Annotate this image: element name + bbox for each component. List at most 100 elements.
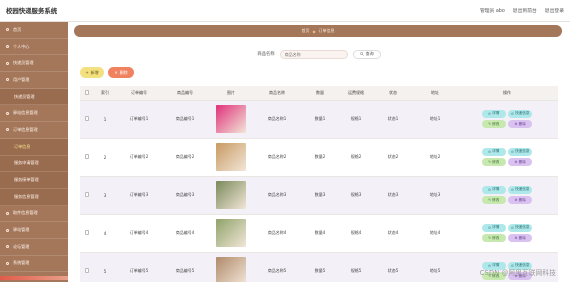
top-bar: 校园快递服务系统 管理员 abo 退出到前台 退出登录: [0, 0, 570, 22]
batch-delete-button[interactable]: ✕ 删除: [108, 67, 134, 78]
sidebar-item-label: 服务申请管理: [14, 160, 39, 166]
breadcrumb: 首页 ◆ 订单信息: [74, 25, 562, 37]
row-actions: ⊙ 详情 ⊙ 快递信息 ✎ 修改 ⊗ 删除: [456, 223, 558, 243]
logistics-button[interactable]: ⊙ 快递信息: [508, 109, 533, 118]
detail-icon: ⊙: [488, 225, 492, 230]
sidebar-item[interactable]: 服务接单管理: [0, 172, 68, 189]
row-actions: ⊙ 详情 ⊙ 快递信息 ✎ 修改 ⊗ 删除: [456, 147, 558, 167]
admin-label: 管理员 abo: [479, 9, 505, 14]
sidebar-item-label: 论坛管理: [13, 243, 30, 249]
trash-icon: ✕: [114, 70, 118, 75]
product-image[interactable]: [216, 219, 246, 247]
sidebar-footer-bar: [0, 276, 68, 280]
sidebar-item[interactable]: 驿站信息管理: [0, 105, 68, 123]
cell-status: 状态5: [372, 252, 414, 282]
cell-order-no: 订单编号5: [116, 252, 162, 282]
delete-button[interactable]: ⊗ 删除: [508, 120, 533, 129]
delete-button[interactable]: ⊗ 删除: [508, 234, 533, 243]
product-image[interactable]: [216, 257, 246, 282]
sidebar-item-label: 服务信息管理: [14, 193, 39, 199]
edit-button[interactable]: ✎ 修改: [481, 196, 506, 205]
sidebar-item-label: 服务接单管理: [14, 177, 39, 183]
detail-button[interactable]: ⊙ 详情: [481, 185, 506, 194]
sidebar-item-label: 个人中心: [13, 43, 30, 49]
column-header: 运费规格: [340, 86, 372, 101]
logistics-button[interactable]: ⊙ 快递信息: [508, 223, 533, 232]
row-actions: ⊙ 详情 ⊙ 快递信息 ✎ 修改 ⊗ 删除: [456, 109, 558, 129]
sidebar-item[interactable]: 取件信息管理: [0, 206, 68, 223]
table-header-row: 索引 订单编号 商品编号 图片 商品名称 数量 运费规格 状态 地址 操作: [80, 86, 558, 101]
select-all-checkbox[interactable]: [84, 90, 90, 95]
cell-qty: 数量4: [300, 214, 340, 253]
row-actions-cell: ⊙ 详情 ⊙ 快递信息 ✎ 修改 ⊗ 删除: [456, 214, 558, 253]
sidebar-item[interactable]: 订单信息: [0, 138, 68, 156]
sidebar-item[interactable]: 快递员管理: [0, 55, 68, 73]
row-checkbox-cell: [80, 252, 94, 282]
menu-bullet-icon: [6, 261, 9, 265]
edit-button[interactable]: ✎ 修改: [481, 158, 506, 167]
product-image[interactable]: [216, 143, 246, 171]
detail-button-label: 详情: [492, 111, 500, 116]
column-header: 地址: [414, 86, 456, 101]
remove-icon: ⊗: [514, 122, 518, 127]
sidebar-item[interactable]: 服务申请管理: [0, 155, 68, 173]
column-header: 状态: [372, 86, 414, 101]
cell-index: 4: [94, 214, 116, 253]
logistics-icon: ⊙: [511, 225, 515, 230]
delete-button[interactable]: ⊗ 删除: [508, 158, 533, 167]
edit-button-label: 修改: [492, 197, 500, 202]
detail-button[interactable]: ⊙ 详情: [481, 147, 506, 156]
edit-button[interactable]: ✎ 修改: [481, 120, 506, 129]
cell-product-no: 商品编号2: [162, 138, 208, 177]
logistics-button[interactable]: ⊙ 快递信息: [508, 147, 533, 156]
sidebar-item[interactable]: 个人中心: [0, 39, 68, 56]
sidebar-item[interactable]: 订单信息管理: [0, 122, 68, 139]
product-image[interactable]: [216, 105, 246, 133]
logistics-icon: ⊙: [511, 187, 515, 192]
sidebar-item[interactable]: 驿站管理: [0, 222, 68, 239]
sidebar-item[interactable]: 快递员管理: [0, 88, 68, 106]
column-header[interactable]: [80, 86, 94, 101]
add-button[interactable]: + 新增: [80, 67, 104, 78]
breadcrumb-home[interactable]: 首页: [301, 28, 309, 34]
back-to-front-link[interactable]: 退出到前台: [513, 7, 537, 14]
watermark: CSDN @阿里互联网科技: [479, 269, 556, 277]
detail-button-label: 详情: [492, 187, 500, 192]
row-actions-cell: ⊙ 详情 ⊙ 快递信息 ✎ 修改 ⊗ 删除: [456, 176, 558, 215]
column-header: 数量: [300, 86, 340, 101]
sidebar-item[interactable]: 首页: [0, 22, 68, 39]
delete-button-label: 删除: [518, 159, 526, 164]
cell-name: 商品名称5: [254, 252, 300, 282]
logout-link[interactable]: 退出登录: [545, 7, 564, 14]
sidebar-item-label: 快递员管理: [13, 60, 34, 66]
row-checkbox[interactable]: [84, 230, 90, 235]
search-input[interactable]: [279, 49, 348, 59]
cell-status: 状态1: [372, 100, 414, 139]
cell-address: 地址2: [414, 138, 456, 177]
sidebar-item[interactable]: 服务信息管理: [0, 188, 68, 206]
product-image[interactable]: [216, 181, 246, 209]
logistics-button[interactable]: ⊙ 快递信息: [508, 185, 533, 194]
row-checkbox[interactable]: [84, 268, 90, 273]
sidebar-item[interactable]: 系统管理: [0, 256, 68, 273]
action-buttons: + 新增 ✕ 删除: [80, 67, 134, 78]
sidebar-item[interactable]: 论坛管理: [0, 239, 68, 256]
cell-index: 1: [94, 100, 116, 139]
edit-button-label: 修改: [492, 235, 500, 240]
delete-button[interactable]: ⊗ 删除: [508, 196, 533, 205]
search-button[interactable]: 查询: [352, 49, 381, 59]
order-table: 索引 订单编号 商品编号 图片 商品名称 数量 运费规格 状态 地址 操作 1 订单编号1 商品编号1…: [80, 86, 558, 282]
logistics-button-label: 快递信息: [515, 111, 530, 116]
detail-button[interactable]: ⊙ 详情: [481, 223, 506, 232]
logistics-button-label: 快递信息: [515, 149, 530, 154]
menu-bullet-icon: [6, 211, 9, 215]
detail-button[interactable]: ⊙ 详情: [481, 109, 506, 118]
cell-order-no: 订单编号2: [116, 138, 162, 177]
row-checkbox[interactable]: [84, 154, 90, 159]
row-checkbox[interactable]: [84, 116, 90, 121]
edit-button[interactable]: ✎ 修改: [481, 234, 506, 243]
sidebar-item[interactable]: 用户管理: [0, 72, 68, 89]
row-checkbox[interactable]: [84, 192, 90, 197]
detail-icon: ⊙: [488, 149, 492, 154]
cell-qty: 数量1: [300, 100, 340, 139]
